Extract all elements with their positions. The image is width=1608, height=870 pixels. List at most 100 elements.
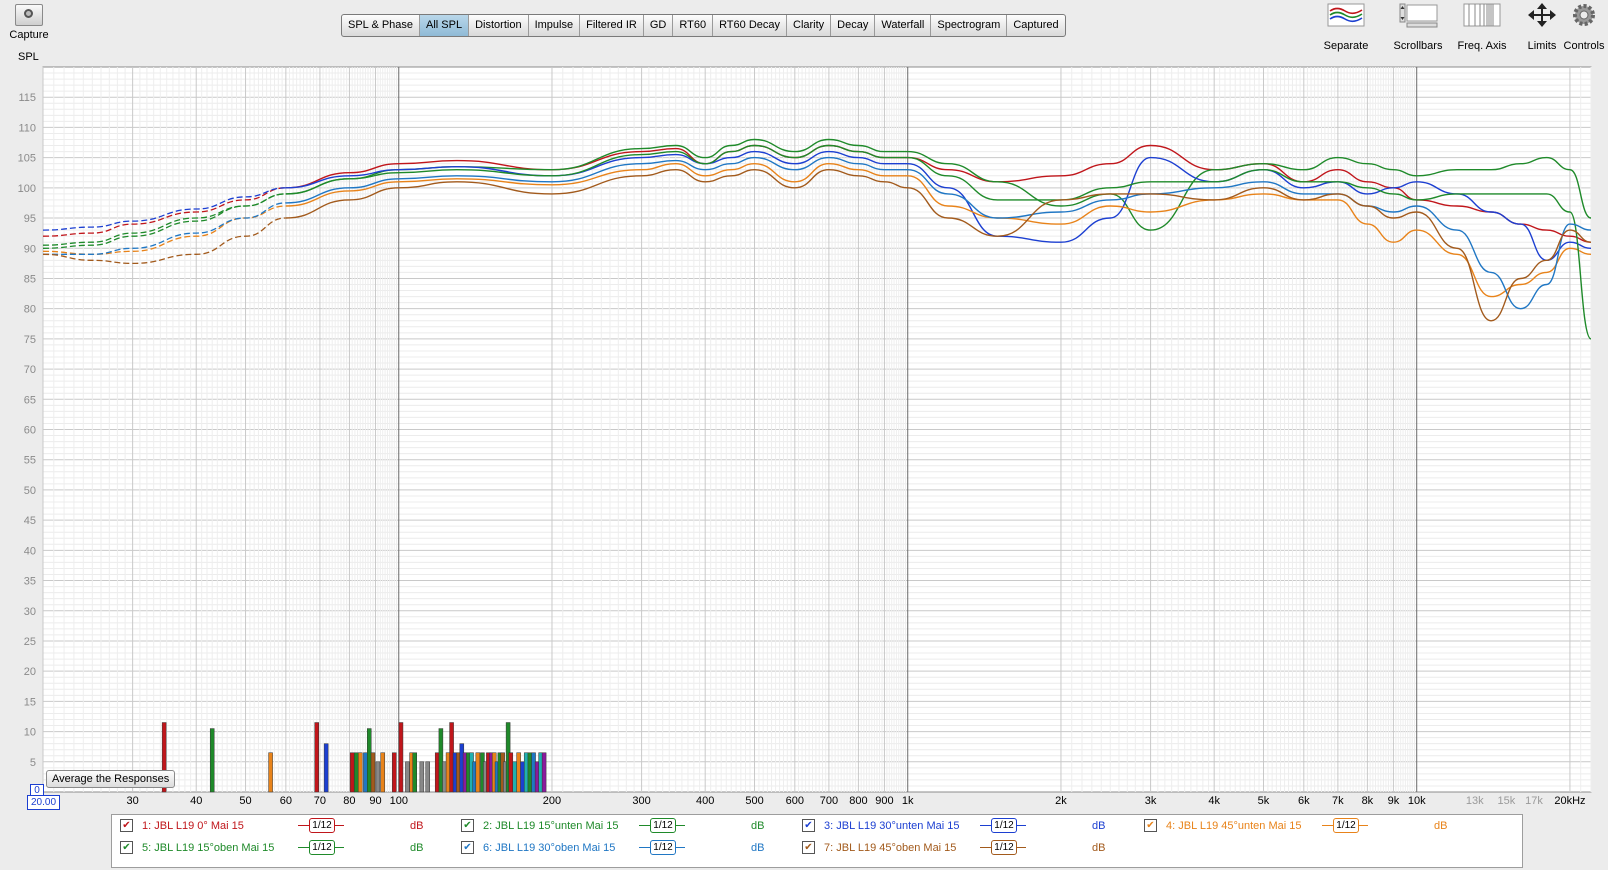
legend-unit: dB	[1092, 842, 1106, 854]
harmonic-bar	[370, 752, 376, 793]
x-tick-label: 800	[849, 795, 867, 807]
y-tick-label: 85	[24, 273, 36, 285]
legend-checkbox[interactable]: ✔	[120, 819, 133, 832]
spl-chart[interactable]: 5 10 15 20 25 30 35 40 45 50 55 60 65 70 75 80 85 90 95 100…	[0, 0, 1608, 810]
y-tick-label: 30	[24, 606, 36, 618]
legend-checkbox[interactable]: ✔	[802, 819, 815, 832]
y-tick-label: 75	[24, 334, 36, 346]
harmonic-bar	[523, 752, 529, 793]
legend-unit: dB	[1434, 820, 1448, 832]
y-tick-label: 105	[18, 153, 36, 165]
x-tick-label: 900	[875, 795, 893, 807]
harmonic-bar	[375, 761, 381, 793]
x-tick-label: 600	[786, 795, 804, 807]
harmonic-bar	[349, 752, 355, 793]
average-responses-button[interactable]: Average the Responses	[46, 770, 176, 788]
y-tick-label: 35	[24, 576, 36, 588]
y-tick-label: 70	[24, 364, 36, 376]
harmonic-bar	[380, 752, 385, 793]
x-tick-label: 80	[343, 795, 355, 807]
legend-label: 1: JBL L19 0° Mai 15	[142, 820, 244, 832]
y-tick-label: 60	[24, 425, 36, 437]
x-tick-label: 5k	[1258, 795, 1270, 807]
legend-label: 7: JBL L19 45°oben Mai 15	[824, 842, 957, 854]
y-tick-label: 5	[30, 757, 36, 769]
x-tick-label: 70	[314, 795, 326, 807]
legend-checkbox[interactable]: ✔	[461, 841, 474, 854]
y-tick-label: 115	[18, 92, 36, 104]
x-tick-label: 20kHz	[1554, 795, 1585, 807]
x-tick-label: 2k	[1055, 795, 1067, 807]
x-tick-label: 6k	[1298, 795, 1310, 807]
legend-checkbox[interactable]: ✔	[461, 819, 474, 832]
x-tick-label: 50	[239, 795, 251, 807]
x-tick-label: 200	[543, 795, 561, 807]
x-tick-label: 10k	[1408, 795, 1426, 807]
y-tick-label: 80	[24, 304, 36, 316]
harmonic-bar	[419, 761, 425, 793]
measurement-legend: ✔ 1: JBL L19 0° Mai 15 1/12 dB ✔ 2: JBL L19 1…	[111, 814, 1523, 868]
smoothing-selector[interactable]: 1/12	[298, 839, 344, 855]
harmonic-bar	[209, 728, 215, 793]
smoothing-selector[interactable]: 1/12	[639, 817, 685, 833]
harmonic-bar	[541, 752, 547, 793]
harmonic-bar	[425, 761, 430, 793]
legend-unit: dB	[751, 842, 765, 854]
y-tick-label: 55	[24, 455, 36, 467]
harmonic-bar	[516, 752, 521, 793]
harmonic-bar	[475, 752, 481, 793]
smoothing-selector[interactable]: 1/12	[980, 817, 1026, 833]
y-tick-label: 20	[24, 666, 36, 678]
smoothing-selector[interactable]: 1/12	[980, 839, 1026, 855]
legend-label: 4: JBL L19 45°unten Mai 15	[1166, 820, 1302, 832]
smoothing-value: 1/12	[650, 818, 676, 833]
y-tick-label: 15	[24, 696, 36, 708]
harmonic-bar	[357, 752, 363, 793]
smoothing-value: 1/12	[309, 818, 335, 833]
smoothing-value: 1/12	[991, 818, 1017, 833]
legend-label: 3: JBL L19 30°unten Mai 15	[824, 820, 960, 832]
harmonic-bar	[520, 761, 525, 793]
harmonic-bar	[434, 752, 440, 793]
x-tick-label: 7k	[1332, 795, 1344, 807]
harmonic-bar	[412, 752, 417, 793]
harmonic-bar	[508, 752, 514, 793]
legend-unit: dB	[410, 820, 424, 832]
harmonic-bar	[314, 722, 319, 793]
x-tick-label: 13k	[1466, 795, 1484, 807]
x-tick-label: 3k	[1145, 795, 1157, 807]
y-tick-label: 45	[24, 515, 36, 527]
smoothing-selector[interactable]: 1/12	[1322, 817, 1368, 833]
x-min-field[interactable]: 20.00	[27, 795, 60, 810]
x-tick-label: 1k	[902, 795, 914, 807]
legend-checkbox[interactable]: ✔	[802, 841, 815, 854]
x-tick-label: 300	[632, 795, 650, 807]
x-tick-label: 700	[820, 795, 838, 807]
x-tick-label: 500	[745, 795, 763, 807]
harmonic-bar	[392, 752, 397, 793]
y-tick-label: 65	[24, 394, 36, 406]
legend-checkbox[interactable]: ✔	[1144, 819, 1157, 832]
y-tick-label: 40	[24, 545, 36, 557]
y-tick-label: 10	[24, 727, 36, 739]
y-tick-label: 100	[18, 183, 36, 195]
x-tick-label: 30	[127, 795, 139, 807]
legend-unit: dB	[410, 842, 424, 854]
legend-unit: dB	[751, 820, 765, 832]
harmonic-bar	[398, 722, 404, 793]
smoothing-selector[interactable]: 1/12	[639, 839, 685, 855]
x-tick-label: 17k	[1525, 795, 1543, 807]
legend-checkbox[interactable]: ✔	[120, 841, 133, 854]
x-tick-label: 400	[696, 795, 714, 807]
y-tick-label: 25	[24, 636, 36, 648]
x-tick-label: 8k	[1362, 795, 1374, 807]
smoothing-value: 1/12	[991, 840, 1017, 855]
smoothing-selector[interactable]: 1/12	[298, 817, 344, 833]
y-tick-label: 95	[24, 213, 36, 225]
y-tick-label: 110	[18, 122, 36, 134]
harmonic-bar	[363, 752, 368, 793]
x-tick-label: 100	[390, 795, 408, 807]
harmonic-bar	[512, 761, 517, 793]
harmonic-bar	[366, 728, 372, 793]
legend-label: 6: JBL L19 30°oben Mai 15	[483, 842, 616, 854]
